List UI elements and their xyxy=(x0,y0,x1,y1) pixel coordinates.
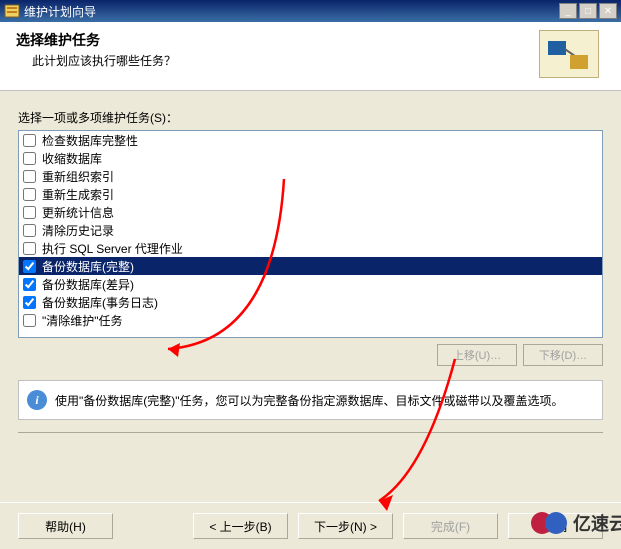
task-checkbox[interactable] xyxy=(23,224,36,237)
task-item[interactable]: 重新生成索引 xyxy=(19,185,602,203)
annotation-arrow-2 xyxy=(365,351,465,511)
task-checkbox[interactable] xyxy=(23,242,36,255)
move-up-button[interactable]: 上移(U)… xyxy=(437,344,517,366)
page-title: 选择维护任务 xyxy=(16,30,529,50)
task-item[interactable]: 执行 SQL Server 代理作业 xyxy=(19,239,602,257)
task-label: 重新生成索引 xyxy=(42,186,114,203)
task-label: 清除历史记录 xyxy=(42,222,114,239)
hint-text: 使用"备份数据库(完整)"任务，您可以为完整备份指定源数据库、目标文件或磁带以及… xyxy=(55,392,564,409)
help-button[interactable]: 帮助(H) xyxy=(18,513,113,539)
task-checkbox[interactable] xyxy=(23,314,36,327)
task-label: 更新统计信息 xyxy=(42,204,114,221)
task-checkbox[interactable] xyxy=(23,296,36,309)
task-checkbox[interactable] xyxy=(23,260,36,273)
watermark-text: 亿速云 xyxy=(573,510,621,536)
back-button[interactable]: < 上一步(B) xyxy=(193,513,288,539)
task-label: 执行 SQL Server 代理作业 xyxy=(42,240,183,257)
wizard-icon xyxy=(539,30,599,78)
info-icon: i xyxy=(27,390,47,410)
task-label: 备份数据库(完整) xyxy=(42,258,134,275)
task-item[interactable]: 检查数据库完整性 xyxy=(19,131,602,149)
task-checkbox[interactable] xyxy=(23,152,36,165)
task-checkbox[interactable] xyxy=(23,188,36,201)
task-checkbox[interactable] xyxy=(23,278,36,291)
task-item[interactable]: 备份数据库(事务日志) xyxy=(19,293,602,311)
task-label: 收缩数据库 xyxy=(42,150,102,167)
task-item[interactable]: 清除历史记录 xyxy=(19,221,602,239)
task-item[interactable]: 备份数据库(差异) xyxy=(19,275,602,293)
window-title: 维护计划向导 xyxy=(24,3,559,20)
task-label: 重新组织索引 xyxy=(42,168,114,185)
watermark: 亿速云 xyxy=(531,510,621,536)
task-item[interactable]: 更新统计信息 xyxy=(19,203,602,221)
next-button[interactable]: 下一步(N) > xyxy=(298,513,393,539)
close-button[interactable]: ✕ xyxy=(599,3,617,19)
task-checkbox[interactable] xyxy=(23,206,36,219)
minimize-button[interactable]: _ xyxy=(559,3,577,19)
page-subtitle: 此计划应该执行哪些任务？ xyxy=(16,52,529,69)
task-label: 备份数据库(事务日志) xyxy=(42,294,158,311)
task-prompt: 选择一项或多项维护任务(S)： xyxy=(18,109,603,126)
move-down-button[interactable]: 下移(D)… xyxy=(523,344,603,366)
task-list[interactable]: 检查数据库完整性收缩数据库重新组织索引重新生成索引更新统计信息清除历史记录执行 … xyxy=(18,130,603,338)
maximize-button[interactable]: □ xyxy=(579,3,597,19)
task-label: 备份数据库(差异) xyxy=(42,276,134,293)
task-checkbox[interactable] xyxy=(23,170,36,183)
app-icon xyxy=(4,3,20,19)
finish-button[interactable]: 完成(F) xyxy=(403,513,498,539)
task-checkbox[interactable] xyxy=(23,134,36,147)
task-item[interactable]: "清除维护"任务 xyxy=(19,311,602,329)
task-item[interactable]: 收缩数据库 xyxy=(19,149,602,167)
task-label: "清除维护"任务 xyxy=(42,312,123,329)
task-item[interactable]: 重新组织索引 xyxy=(19,167,602,185)
task-label: 检查数据库完整性 xyxy=(42,132,138,149)
separator xyxy=(18,432,603,433)
task-item[interactable]: 备份数据库(完整) xyxy=(19,257,602,275)
